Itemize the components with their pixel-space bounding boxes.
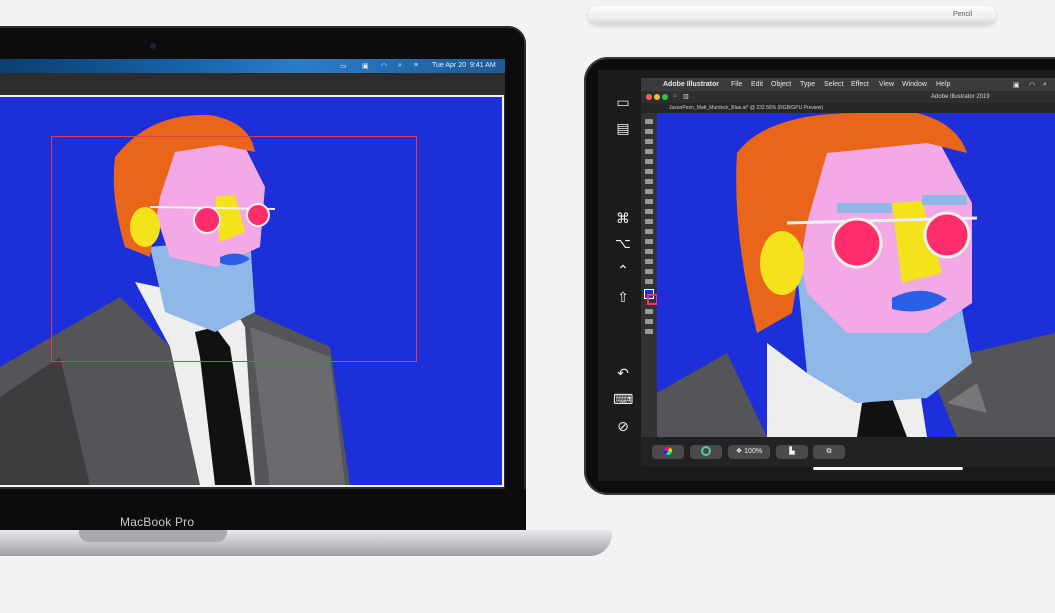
cast-icon[interactable]: ▣ [362,62,369,70]
stroke-color-button[interactable] [690,445,722,459]
command-key-icon[interactable]: ⌘ [613,208,633,228]
symbol-sprayer-tool-icon[interactable] [645,249,653,254]
undo-icon[interactable]: ↶ [613,363,633,383]
show-menu-icon[interactable]: ▤ [613,118,633,138]
home-indicator[interactable] [813,467,963,470]
color-mode-icon[interactable] [645,309,653,314]
color-wheel-icon [664,447,672,456]
menubar-date[interactable]: Tue Apr 20 [432,62,466,69]
home-icon[interactable]: ⌂ [673,93,677,99]
draw-mode-icon[interactable] [645,319,653,324]
sidecar-sidebar: ▭ ▤ ⌘ ⌥ ⌃ ⇧ ↶ ⌨ ⊘ [605,80,641,450]
menu-file[interactable]: File [731,81,742,88]
screen-mode-icon[interactable] [645,329,653,334]
paintbrush-tool-icon[interactable] [645,169,653,174]
graph-tool-icon[interactable] [645,259,653,264]
hand-tool-icon[interactable] [645,269,653,274]
siri-icon[interactable]: ▭ [340,62,347,70]
control-key-icon[interactable]: ⌃ [613,260,633,280]
selection-tool-icon[interactable] [645,119,653,124]
menu-object[interactable]: Object [771,81,791,88]
illustrator-menubar: Adobe Illustrator File Edit Object Type … [641,78,1055,91]
rectangle-tool-icon[interactable] [645,159,653,164]
zoom-level-button[interactable]: ❖ 100% [728,445,770,459]
color-picker-button[interactable] [652,445,684,459]
macbook-chin [0,489,526,533]
apple-pencil [588,6,996,24]
wifi-icon[interactable]: ◠ [1029,81,1035,89]
camera [150,43,156,49]
menu-view[interactable]: View [879,81,894,88]
direct-selection-tool-icon[interactable] [645,129,653,134]
disconnect-icon[interactable]: ⊘ [613,416,633,436]
cast-icon[interactable]: ▣ [1013,81,1020,89]
eraser-tool-icon[interactable] [645,199,653,204]
stroke-ring-icon [701,446,711,457]
menu-help[interactable]: Help [936,81,950,88]
window-title: Adobe Illustrator 2019 [931,94,990,100]
keyboard-icon[interactable]: ⌨ [613,389,633,409]
align-icon: ▙ [789,448,795,455]
shift-key-icon[interactable]: ⇧ [613,287,633,307]
width-tool-icon[interactable] [645,209,653,214]
search-icon[interactable]: ⌕ [1043,81,1047,89]
control-center-icon[interactable]: ≡ [414,62,418,69]
workspace-switcher-icon[interactable]: ▥ [683,93,689,100]
mac-menubar: ▭ ▣ ◠ ⌕ ≡ Tue Apr 20 9:41 AM [0,59,505,73]
search-icon[interactable]: ⌕ [398,62,402,70]
selection-bounding-box[interactable] [51,136,417,362]
minimize-window-button[interactable] [654,94,660,100]
curvature-tool-icon[interactable] [645,149,653,154]
tools-panel [641,113,658,437]
ipad-artboard[interactable] [657,113,1055,437]
document-tab[interactable]: JasonPenn_Matt_Murdock_Blue.ai* @ 232.56… [669,105,823,111]
close-window-button[interactable] [646,94,652,100]
menubar-time[interactable]: 9:41 AM [470,62,496,69]
macbook-brand-label: MacBook Pro [120,515,195,529]
pencil-label: Pencil [953,11,973,18]
option-key-icon[interactable]: ⌥ [613,233,633,253]
layers-icon: ❖ [735,448,743,455]
macbook-opening-notch [79,530,227,542]
menu-edit[interactable]: Edit [751,81,763,88]
menu-select[interactable]: Select [824,81,843,88]
portrait-illustration-zoomed [657,113,1055,437]
sidebar-toggle-icon[interactable]: ▭ [613,92,633,112]
app-menu[interactable]: Adobe Illustrator [663,81,719,88]
document-tab-bar: JasonPenn_Matt_Murdock_Blue.ai* @ 232.56… [641,103,1055,113]
menu-effect[interactable]: Effect [851,81,869,88]
zoom-level-label: 100% [744,448,763,455]
shape-builder-tool-icon[interactable] [645,219,653,224]
wifi-icon[interactable]: ◠ [381,62,387,70]
illustrator-titlebar: ⌂ ▥ Adobe Illustrator 2019 [641,91,1055,103]
type-tool-icon[interactable] [645,179,653,184]
menu-window[interactable]: Window [902,81,927,88]
blend-tool-icon[interactable] [645,239,653,244]
rotate-tool-icon[interactable] [645,189,653,194]
eyedropper-tool-icon[interactable] [645,229,653,234]
arrange-button[interactable]: ⧉ [813,445,845,459]
align-button[interactable]: ▙ [776,445,808,459]
menu-type[interactable]: Type [800,81,815,88]
zoom-window-button[interactable] [662,94,668,100]
pen-tool-icon[interactable] [645,139,653,144]
zoom-tool-icon[interactable] [645,279,653,284]
arrange-stack-icon: ⧉ [826,448,832,455]
